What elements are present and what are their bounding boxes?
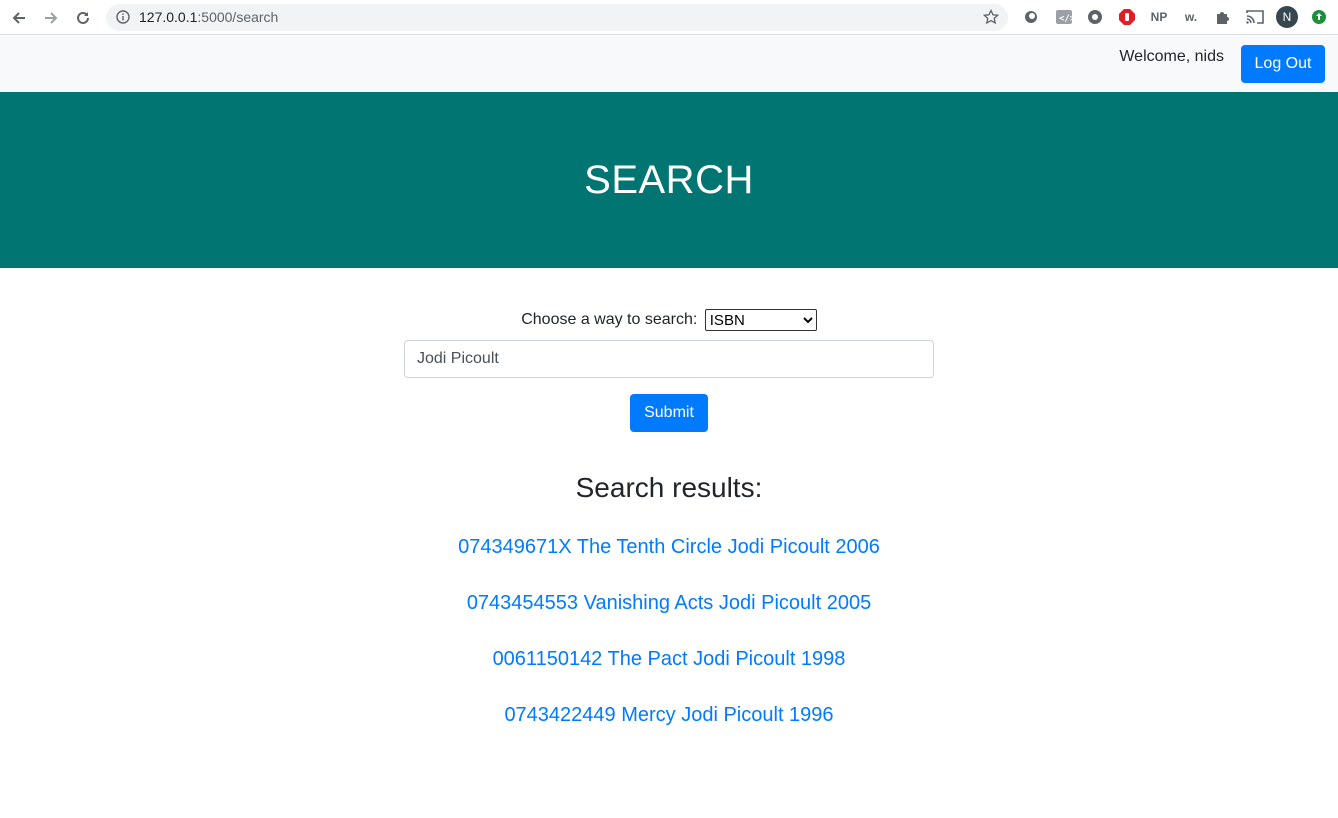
welcome-text: Welcome, nids <box>1119 48 1224 65</box>
result-item: 074349671X The Tenth Circle Jodi Picoult… <box>0 536 1338 592</box>
circle-extension-icon[interactable] <box>1021 7 1041 27</box>
app-navbar: Welcome, nids Log Out <box>0 36 1338 92</box>
results-heading: Search results: <box>575 472 763 503</box>
result-link[interactable]: 0061150142 The Pact Jodi Picoult 1998 <box>493 648 846 670</box>
result-item: 0061150142 The Pact Jodi Picoult 1998 <box>0 648 1338 704</box>
submit-button[interactable]: Submit <box>630 394 708 432</box>
code-extension-icon[interactable]: </> <box>1054 7 1074 27</box>
search-mode-select[interactable]: ISBN <box>704 309 817 331</box>
profile-avatar[interactable]: N <box>1276 6 1298 28</box>
update-icon[interactable] <box>1309 7 1329 27</box>
reload-icon <box>77 11 89 24</box>
puzzle-icon[interactable] <box>1213 7 1233 27</box>
page-title: SEARCH <box>584 157 754 202</box>
adblock-extension-icon[interactable] <box>1117 7 1137 27</box>
result-link[interactable]: 0743422449 Mercy Jodi Picoult 1996 <box>504 704 833 726</box>
result-item: 0743454553 Vanishing Acts Jodi Picoult 2… <box>0 592 1338 648</box>
url-path: :5000/search <box>197 9 279 25</box>
reload-button[interactable] <box>71 6 95 30</box>
result-link[interactable]: 0743454553 Vanishing Acts Jodi Picoult 2… <box>467 592 871 614</box>
forward-arrow-icon <box>45 12 58 24</box>
result-item: 0743422449 Mercy Jodi Picoult 1996 <box>0 704 1338 760</box>
logout-button[interactable]: Log Out <box>1241 45 1325 83</box>
search-mode-label: Choose a way to search: <box>521 311 698 329</box>
search-input[interactable] <box>404 340 934 378</box>
svg-text:</>: </> <box>1059 14 1072 24</box>
url-text: 127.0.0.1:5000/search <box>139 9 278 25</box>
hero-banner: SEARCH <box>0 92 1338 268</box>
film-extension-icon[interactable] <box>1085 7 1105 27</box>
search-mode-row: Choose a way to search: ISBN <box>0 309 1338 331</box>
forward-button[interactable] <box>39 6 63 30</box>
info-icon[interactable] <box>116 10 130 29</box>
bookmark-star-icon[interactable] <box>982 8 1000 30</box>
back-arrow-icon <box>12 12 25 24</box>
address-bar[interactable]: 127.0.0.1:5000/search <box>106 4 1008 31</box>
np-extension-icon[interactable]: NP <box>1149 7 1169 27</box>
results-list: 074349671X The Tenth Circle Jodi Picoult… <box>0 536 1338 760</box>
back-button[interactable] <box>7 6 31 30</box>
cast-icon[interactable] <box>1245 7 1265 27</box>
url-host: 127.0.0.1 <box>139 9 198 25</box>
result-link[interactable]: 074349671X The Tenth Circle Jodi Picoult… <box>458 536 880 558</box>
browser-toolbar: 127.0.0.1:5000/search </> NP w. N <box>0 0 1338 35</box>
w-extension-icon[interactable]: w. <box>1181 7 1201 27</box>
